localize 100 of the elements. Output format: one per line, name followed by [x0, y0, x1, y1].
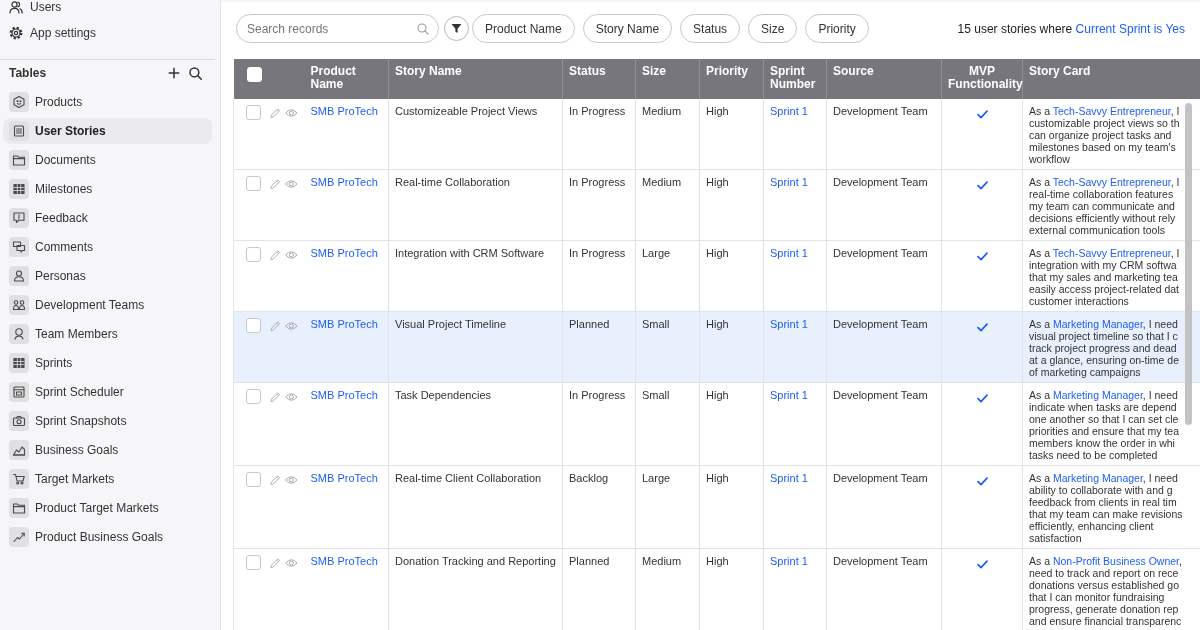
nav-item[interactable]: Users [0, 0, 220, 20]
sprint-link[interactable]: Sprint 1 [770, 105, 808, 117]
column-header[interactable]: Sprint Number [763, 59, 827, 99]
sprint-link[interactable]: Sprint 1 [770, 318, 808, 330]
sprint-link[interactable]: Sprint 1 [770, 389, 808, 401]
person-icon [9, 266, 29, 286]
eye-icon[interactable] [284, 249, 298, 260]
eye-icon[interactable] [284, 557, 298, 568]
column-header[interactable]: Priority [699, 59, 764, 99]
sidebar-item[interactable]: User Stories [3, 118, 212, 144]
sidebar-item[interactable]: Products [3, 89, 212, 115]
product-link[interactable]: SMB ProTech [310, 247, 378, 259]
column-header[interactable]: Size [635, 59, 700, 99]
row-checkbox[interactable] [246, 555, 261, 570]
row-checkbox[interactable] [246, 389, 261, 404]
persona-link[interactable]: Marketing Manager [1052, 318, 1143, 330]
sidebar-item[interactable]: Personas [3, 263, 212, 289]
sidebar-item[interactable]: Comments [3, 234, 212, 260]
nav-item[interactable]: App settings [0, 20, 220, 46]
eye-icon[interactable] [284, 178, 298, 189]
persona-link[interactable]: Marketing Manager [1052, 472, 1143, 484]
filter-chip[interactable]: Product Name [472, 14, 575, 43]
table-cell: Development Team [826, 169, 942, 241]
sidebar-item[interactable]: Target Markets [3, 466, 212, 492]
row-checkbox[interactable] [246, 105, 261, 120]
search-icon[interactable] [189, 66, 202, 80]
sidebar-item[interactable]: Product Target Markets [3, 495, 212, 521]
product-link[interactable]: SMB ProTech [310, 389, 378, 401]
product-link[interactable]: SMB ProTech [310, 555, 378, 567]
column-header[interactable]: Source [826, 59, 942, 99]
pencil-icon[interactable] [270, 248, 281, 261]
filter-chip[interactable]: Size [748, 14, 798, 43]
product-link[interactable]: SMB ProTech [310, 176, 378, 188]
pencil-icon[interactable] [270, 473, 281, 486]
column-header[interactable]: Story Name [388, 59, 563, 99]
table-cell: High [699, 169, 764, 241]
grid-icon [9, 353, 29, 373]
select-all-checkbox[interactable] [246, 67, 262, 82]
plus-icon[interactable] [168, 67, 180, 79]
product-link[interactable]: SMB ProTech [310, 472, 378, 484]
sprint-link[interactable]: Sprint 1 [770, 247, 808, 259]
sidebar-item[interactable]: Feedback [3, 205, 212, 231]
persona-link[interactable]: Non-Profit Business Owner [1052, 555, 1179, 567]
row-checkbox[interactable] [246, 472, 261, 487]
sidebar-item[interactable]: Team Members [3, 321, 212, 347]
row-checkbox[interactable] [246, 318, 261, 333]
column-header[interactable]: Story Card [1022, 59, 1200, 99]
eye-icon[interactable] [284, 474, 298, 485]
eye-icon[interactable] [284, 391, 298, 402]
row-checkbox[interactable] [246, 176, 261, 191]
table-cell: Medium [635, 169, 700, 241]
persona-link[interactable]: Tech-Savvy Entrepreneur [1052, 247, 1171, 259]
line-chart-icon [9, 527, 29, 547]
sidebar-item[interactable]: Business Goals [3, 437, 212, 463]
pencil-icon[interactable] [270, 319, 281, 332]
persona-link[interactable]: Tech-Savvy Entrepreneur [1052, 105, 1171, 117]
sprint-link[interactable]: Sprint 1 [770, 176, 808, 188]
search-field[interactable]: Search records [236, 14, 439, 43]
table-cell: Large [635, 465, 700, 549]
eye-icon[interactable] [284, 107, 298, 118]
table-row[interactable] [233, 311, 1200, 383]
table-cell: Small [635, 382, 700, 466]
table-row[interactable] [233, 465, 1200, 549]
sidebar-item[interactable]: Sprints [3, 350, 212, 376]
product-link[interactable]: SMB ProTech [310, 318, 378, 330]
pencil-icon[interactable] [270, 556, 281, 569]
sidebar-item[interactable]: Product Business Goals [3, 524, 212, 550]
gear-icon [9, 26, 23, 40]
sprint-link[interactable]: Sprint 1 [770, 472, 808, 484]
sidebar-item[interactable]: Sprint Scheduler [3, 379, 212, 405]
pencil-icon[interactable] [270, 390, 281, 403]
column-header[interactable]: MVP Functionality [941, 59, 1023, 99]
filter-chip[interactable]: Status [680, 14, 741, 43]
sidebar-item[interactable]: Sprint Snapshots [3, 408, 212, 434]
eye-icon[interactable] [284, 320, 298, 331]
column-header[interactable]: Status [562, 59, 636, 99]
scrollbar[interactable] [1185, 103, 1192, 425]
filter-chip[interactable]: Story Name [582, 14, 673, 43]
persona-link[interactable]: Marketing Manager [1052, 389, 1143, 401]
persona-link[interactable]: Tech-Savvy Entrepreneur [1052, 176, 1171, 188]
table-cell: In Progress [562, 99, 636, 170]
filter-chip[interactable]: Priority [805, 14, 869, 43]
pencil-icon[interactable] [270, 106, 281, 119]
story-card-text: As a Marketing Manager, I need ability to collaborate with and g feedback from clients in real tim that my team can make revisions efficiently, enhancing client satisfaction [1029, 472, 1184, 544]
sprint-link[interactable]: Sprint 1 [770, 555, 808, 567]
column-header[interactable]: Product Name [303, 59, 389, 99]
sidebar-item[interactable]: Documents [3, 147, 212, 173]
table-cell: Customizeable Project Views [388, 99, 563, 170]
sidebar-item[interactable]: Milestones [3, 176, 212, 202]
table-cell: Medium [635, 99, 700, 170]
table-cell: In Progress [562, 169, 636, 241]
folder-icon [9, 498, 29, 518]
area-chart-icon [9, 440, 29, 460]
calendar-icon [9, 382, 29, 402]
filter-link[interactable]: Current Sprint is Yes [1075, 21, 1185, 36]
product-link[interactable]: SMB ProTech [310, 105, 378, 117]
pencil-icon[interactable] [270, 177, 281, 190]
filter-button[interactable] [444, 16, 469, 41]
row-checkbox[interactable] [246, 247, 261, 262]
sidebar-item[interactable]: Development Teams [3, 292, 212, 318]
